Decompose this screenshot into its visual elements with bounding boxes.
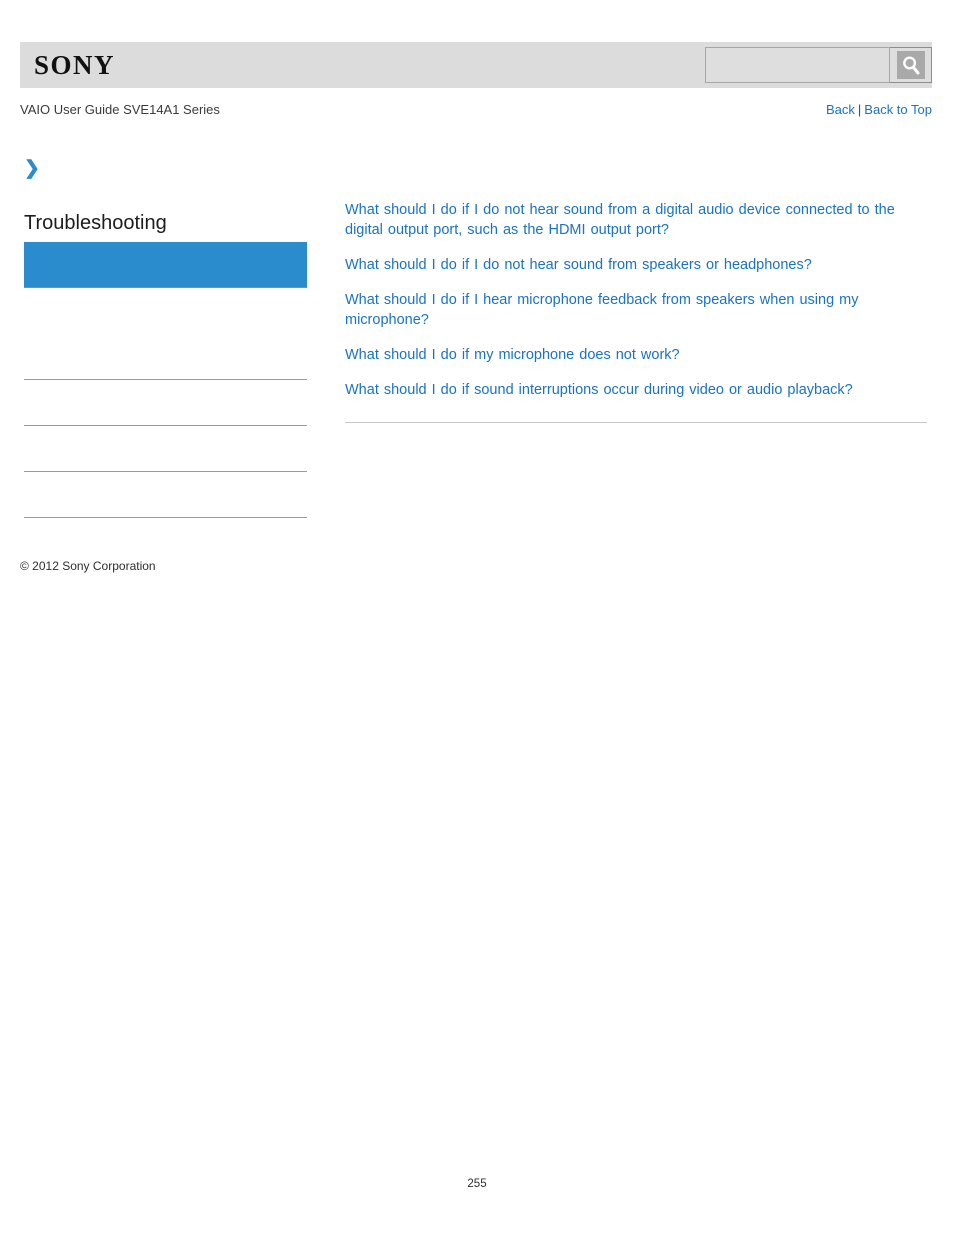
sony-logo: SONY [34, 50, 116, 80]
sidebar-nav [24, 242, 307, 518]
sidebar-item-2[interactable] [24, 334, 307, 380]
copyright-notice: © 2012 Sony Corporation [20, 559, 156, 573]
sub-header: VAIO User Guide SVE14A1 Series Back | Back… [20, 100, 932, 120]
header-nav-links: Back | Back to Top [826, 100, 932, 120]
main-content: What should I do if I do not hear sound … [345, 200, 927, 431]
page-title: Troubleshooting [24, 212, 167, 234]
topic-link[interactable]: What should I do if I hear microphone fe… [345, 290, 927, 330]
topic-link[interactable]: What should I do if I do not hear sound … [345, 255, 927, 275]
chevron-right-icon[interactable]: ❯ [24, 158, 307, 182]
search-input[interactable] [705, 47, 890, 83]
topic-link[interactable]: What should I do if sound interruptions … [345, 380, 927, 400]
sidebar-item-3[interactable] [24, 380, 307, 426]
search-icon [896, 51, 925, 79]
back-link[interactable]: Back [826, 102, 855, 117]
topic-link[interactable]: What should I do if I do not hear sound … [345, 200, 927, 240]
guide-title: VAIO User Guide SVE14A1 Series [20, 102, 220, 117]
back-to-top-link[interactable]: Back to Top [864, 102, 932, 117]
sidebar-item-1[interactable] [24, 288, 307, 334]
sidebar: ❯ Troubleshooting [24, 158, 307, 518]
site-header: SONY [20, 42, 932, 88]
page-number: 255 [467, 1178, 487, 1190]
search-button[interactable] [890, 47, 932, 83]
search-area [705, 47, 932, 83]
content-divider [345, 422, 927, 423]
sidebar-item-0[interactable] [24, 242, 307, 288]
sidebar-item-4[interactable] [24, 426, 307, 472]
nav-separator: | [857, 102, 862, 117]
sidebar-item-5[interactable] [24, 472, 307, 518]
topic-link[interactable]: What should I do if my microphone does n… [345, 345, 927, 365]
